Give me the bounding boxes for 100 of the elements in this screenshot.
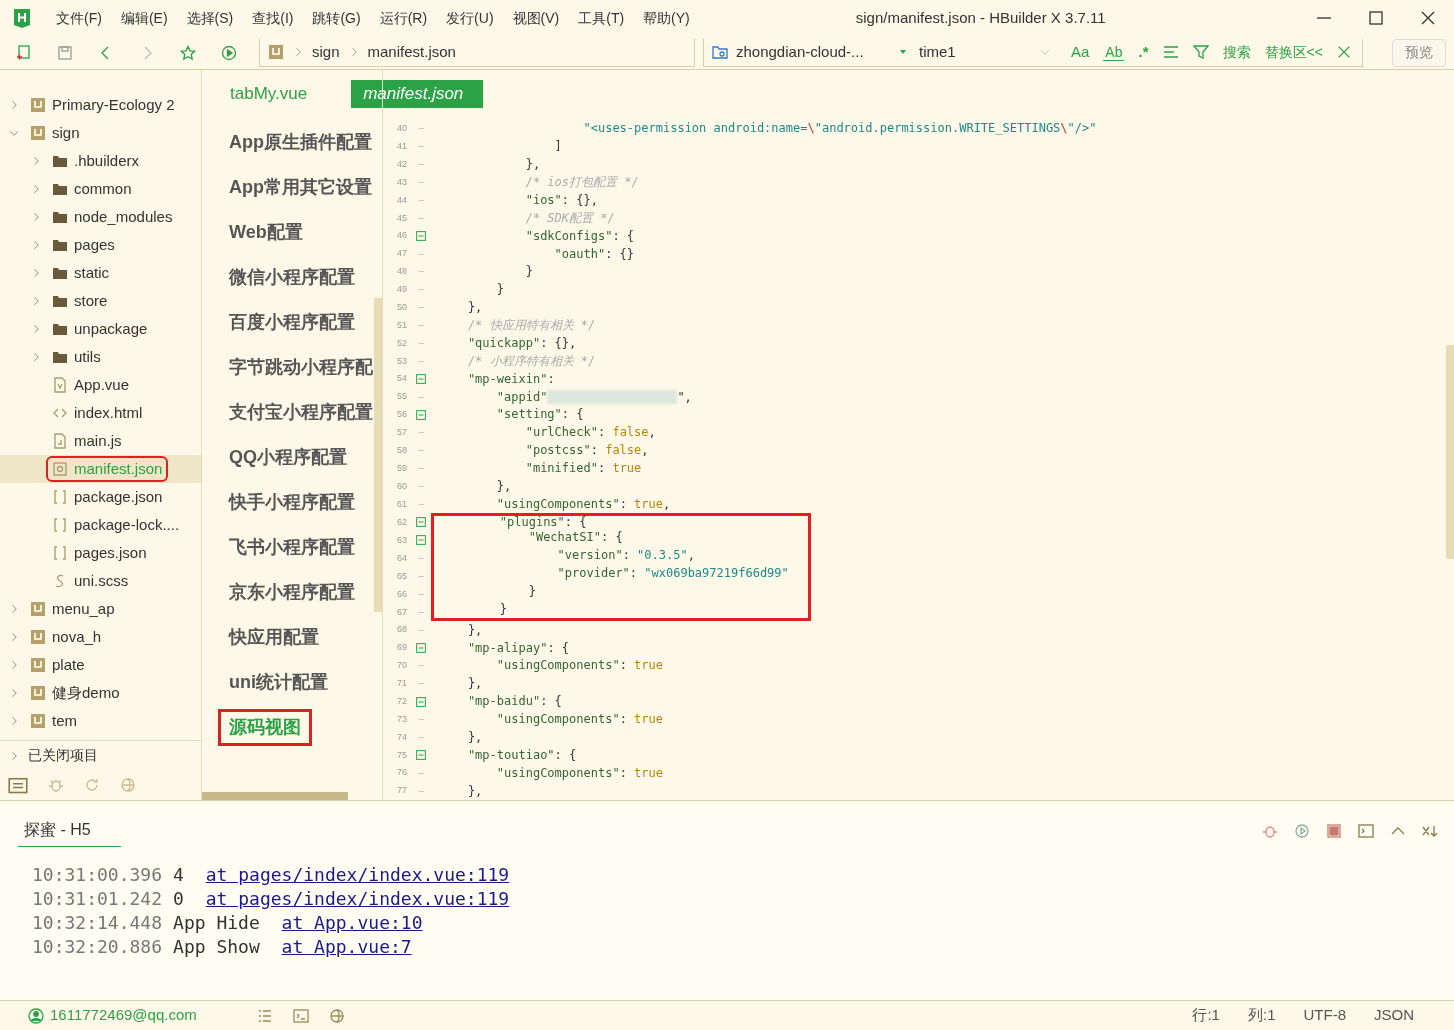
source-link[interactable]: at App.vue:7 [281,935,412,959]
fold-icon[interactable] [416,517,426,528]
run-icon[interactable] [221,44,237,61]
tree-item[interactable]: App.vue [48,373,134,397]
tree-item[interactable]: common [48,177,136,201]
fold-icon[interactable] [416,750,426,761]
stop-icon[interactable] [1326,823,1342,839]
menu-item[interactable]: 查找(I) [252,7,294,29]
tree-item[interactable]: Primary-Ecology 2 [26,93,179,117]
close-icon[interactable] [1336,45,1351,59]
code-line: "postcss": false, [524,444,649,458]
config-nav-item[interactable]: App原生插件配置 [218,124,374,161]
tree-item[interactable]: uni.scss [48,569,133,593]
tree-item[interactable]: tem [26,709,81,733]
tree-item[interactable]: unpackage [48,317,152,341]
fold-icon[interactable] [416,231,426,242]
breadcrumb-item[interactable]: sign [312,40,340,64]
scrollbar-thumb[interactable] [202,792,348,800]
scrollbar-thumb[interactable] [374,298,382,612]
tree-item[interactable]: plate [26,653,89,677]
tree-item[interactable]: pages.json [48,541,151,565]
search-input[interactable]: time1 [919,40,1039,64]
align-left-icon[interactable] [1162,44,1179,60]
scope-dropdown[interactable]: zhongdian-cloud-... [712,40,907,64]
tree-item[interactable]: pages [48,233,119,257]
project-icon [30,657,46,673]
closed-projects-label[interactable]: 已关闭项目 [28,745,98,766]
project-icon [268,44,284,60]
code-line: } [524,265,533,279]
menu-item[interactable]: 运行(R) [379,7,428,29]
config-nav-item[interactable]: 快应用配置 [218,619,330,656]
new-terminal-icon[interactable] [1358,823,1374,839]
code-line: "provider": "wx069ba97219f66d99" [431,567,811,586]
preview-button[interactable]: 预览 [1392,38,1446,67]
list-icon[interactable] [256,1007,273,1024]
encoding-label[interactable]: UTF-8 [1303,1004,1346,1027]
menu-item[interactable]: 编辑(E) [120,7,168,29]
source-link[interactable]: at App.vue:10 [281,911,423,935]
fold-icon[interactable] [416,643,426,654]
line-number: 76 [396,766,408,780]
globe-icon[interactable] [120,777,136,793]
menu-item[interactable]: 文件(F) [56,7,102,29]
code-line: ] [553,140,562,154]
clear-scroll-icon[interactable] [1422,823,1438,839]
language-label[interactable]: JSON [1374,1004,1414,1027]
config-nav-item[interactable]: 快手小程序配置 [218,484,366,521]
menu-item[interactable]: 发行(U) [446,7,494,29]
config-nav-item[interactable]: 飞书小程序配置 [218,529,366,566]
source-link[interactable]: at pages/index/index.vue:119 [205,887,510,911]
star-icon[interactable] [180,44,196,61]
menu-item[interactable]: 工具(T) [578,7,625,29]
config-nav-item[interactable]: 支付宝小程序配置 [218,394,374,431]
tree-item[interactable]: menu_ap [26,597,119,621]
menu-item[interactable]: 帮助(Y) [643,7,690,29]
brackets-icon [52,489,68,505]
tree-item[interactable]: nova_h [26,625,106,649]
fold-icon[interactable] [416,409,426,420]
config-nav-item[interactable]: Web配置 [218,214,314,251]
tree-item[interactable]: static [48,261,113,285]
globe-icon[interactable] [328,1007,345,1024]
config-nav-item[interactable]: 京东小程序配置 [218,574,366,611]
fold-icon[interactable] [416,696,426,707]
line-number: 42 [396,157,408,171]
new-file-icon[interactable] [16,44,32,61]
bug-icon[interactable] [48,777,64,793]
tree-item[interactable]: 健身demo [26,681,124,705]
source-link[interactable]: at pages/index/index.vue:119 [205,863,510,887]
config-nav-item[interactable]: 字节跳动小程序配 [218,349,374,386]
replay-icon[interactable] [1294,823,1310,839]
tree-item[interactable]: package-lock.... [48,513,184,537]
tree-item[interactable]: index.html [48,401,147,425]
console-tab[interactable]: 探蜜 - H5 [18,818,121,847]
scrollbar-thumb[interactable] [1446,345,1454,559]
tree-item[interactable]: sign [26,121,84,145]
files-icon[interactable] [8,775,28,795]
refresh-icon[interactable] [84,777,100,793]
config-nav-item[interactable]: QQ小程序配置 [218,439,358,476]
bug-icon[interactable] [1262,823,1278,839]
brackets-icon [52,545,68,561]
config-nav-item[interactable]: uni统计配置 [218,664,339,701]
config-nav-item[interactable]: 微信小程序配置 [218,259,366,296]
fold-icon[interactable] [416,374,426,385]
breadcrumb-item[interactable]: manifest.json [367,40,456,64]
terminal-icon[interactable] [292,1007,309,1024]
fold-icon[interactable] [416,535,426,546]
config-nav-item[interactable]: 百度小程序配置 [218,304,366,341]
menu-item[interactable]: 视图(V) [512,7,560,29]
config-nav-item[interactable]: App常用其它设置 [218,169,374,206]
code-line: } [495,283,505,297]
tree-item[interactable]: utils [48,345,105,369]
menu-item[interactable]: 选择(S) [186,7,234,29]
cursor-line: 行:1 [1192,1005,1220,1026]
tree-item[interactable]: .hbuilderx [48,149,144,173]
tree-item[interactable]: main.js [48,429,126,453]
menu-item[interactable]: 跳转(G) [312,7,361,29]
filter-icon[interactable] [1192,44,1209,60]
save-icon[interactable] [57,44,73,61]
tree-item[interactable]: store [48,289,112,313]
tree-item[interactable]: node_modules [48,205,177,229]
tree-item[interactable]: package.json [48,485,167,509]
